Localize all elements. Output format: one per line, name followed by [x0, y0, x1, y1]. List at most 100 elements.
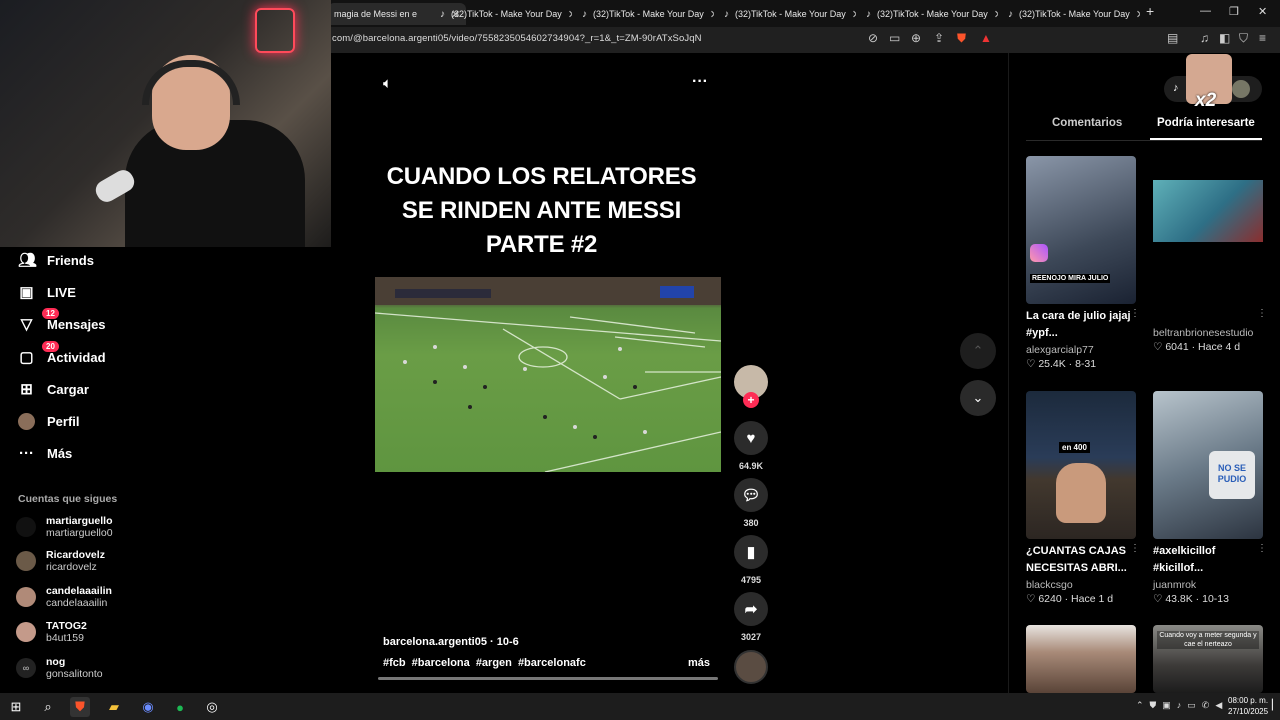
share-icon[interactable]: ⇪ [934, 31, 944, 45]
browser-tab[interactable]: ♪ (32)TikTok - Make Your Day ✕ [1002, 3, 1140, 25]
card-more-icon[interactable]: ⋮ [1130, 308, 1140, 319]
close-icon[interactable]: ✕ [994, 8, 998, 21]
close-icon[interactable]: ✕ [852, 8, 856, 21]
close-icon[interactable]: ✕ [568, 8, 572, 21]
following-item[interactable]: Ricardovelz ricardovelz [16, 549, 105, 573]
tab-recommended[interactable]: Podría interesarte [1157, 117, 1255, 129]
tab-comments[interactable]: Comentarios [1052, 117, 1122, 129]
following-item[interactable]: martiarguello martiarguello0 [16, 515, 113, 539]
card-title: ¿CUANTAS CAJAS NECESITAS ABRI... [1026, 545, 1127, 574]
notification-icon[interactable]: ▏ [1272, 700, 1280, 711]
browser-tab[interactable]: ♪ (32)TikTok - Make Your Day ✕ [718, 3, 856, 25]
save-count: 4795 [740, 575, 762, 585]
browser-tab[interactable]: ♪ (32)TikTok - Make Your Day ✕ [434, 3, 572, 25]
close-icon[interactable]: ✕ [1136, 8, 1140, 21]
music-icon[interactable]: ♫ [1200, 31, 1209, 45]
screen-icon[interactable]: ▭ [889, 31, 900, 45]
zoom-icon[interactable]: ⊕ [911, 31, 921, 45]
video-hashtags[interactable]: #fcb #barcelona #argen #barcelonafc [383, 657, 586, 669]
clock[interactable]: 08:00 p. m. 27/10/2025 [1228, 695, 1268, 717]
window-close-button[interactable]: ✕ [1258, 5, 1267, 18]
card-stats: ♡ 6041 · Hace 4 d [1153, 341, 1241, 353]
recommended-video-card[interactable]: beltranbrionesestudio ♡ 6041 · Hace 4 d … [1153, 156, 1267, 353]
following-handle: b4ut159 [46, 632, 84, 644]
next-video-button[interactable]: ⌄ [960, 380, 996, 416]
more-options-icon[interactable]: ··· [692, 73, 708, 91]
tv-frame [1153, 180, 1263, 242]
card-stats: ♡ 6240 · Hace 1 d [1026, 593, 1114, 605]
sidebar-toggle-icon[interactable]: ◧ [1219, 31, 1230, 45]
heart-icon: ♥ [734, 421, 768, 455]
sidebar-item-profile[interactable]: Perfil [18, 413, 80, 430]
menu-icon[interactable]: ≡ [1259, 31, 1266, 45]
comment-icon: 💬︎ [734, 478, 768, 512]
video-thumbnail: REENOJO MIRA JULIO [1026, 156, 1136, 304]
windows-taskbar [0, 693, 1280, 720]
spotify-icon[interactable]: ● [170, 697, 190, 717]
comment-button[interactable]: 💬︎ 380 [733, 478, 769, 528]
minimize-button[interactable]: — [1200, 5, 1211, 17]
tiktok-icon: ♪ [1008, 8, 1013, 20]
following-name: nog [46, 656, 66, 668]
card-title: La cara de julio jajaj #ypf... [1026, 310, 1131, 339]
sidebar-item-activity[interactable]: ▢ 20 Actividad [18, 341, 106, 366]
following-item[interactable]: candelaaailin candelaaailin [16, 585, 112, 609]
search-icon[interactable]: ⌕ [38, 697, 58, 717]
video-progress-bar[interactable] [378, 677, 718, 680]
browser-tab[interactable]: ♪ (32)TikTok - Make Your Day ✕ [576, 3, 714, 25]
browser-tab[interactable]: ♪ (32)TikTok - Make Your Day ✕ [860, 3, 998, 25]
brave-icon[interactable]: ⛊ [70, 697, 90, 717]
recommended-video-card[interactable]: Cuando voy a meter segunda y cae el nert… [1153, 625, 1263, 693]
card-more-icon[interactable]: ⋮ [1257, 308, 1267, 319]
recommended-video-card[interactable]: en 400 ¿CUANTAS CAJAS NECESITAS ABRI... … [1026, 391, 1140, 605]
avatar[interactable] [1232, 80, 1250, 98]
share-count: 3027 [740, 632, 762, 642]
instagram-icon [1030, 244, 1048, 262]
recommended-video-card[interactable] [1026, 625, 1136, 693]
more-description-button[interactable]: más [688, 657, 710, 669]
avatar [16, 622, 36, 642]
card-stats: ♡ 25.4K · 8-31 [1026, 358, 1097, 370]
sidebar-item-messages[interactable]: ▽ 12 Mensajes [18, 308, 106, 333]
start-icon[interactable]: ⊞ [6, 697, 26, 717]
like-button[interactable]: ♥ 64.9K [733, 421, 769, 471]
tab-title: (32)TikTok - Make Your Day [593, 9, 704, 19]
sound-disc[interactable] [733, 650, 769, 690]
media-icon[interactable]: ⊘ [868, 31, 878, 45]
url-text[interactable]: com/@barcelona.argenti05/video/755823505… [332, 33, 702, 44]
share-button[interactable]: ➦ 3027 [733, 592, 769, 642]
brave-shield-icon[interactable]: ⛊ [957, 31, 966, 46]
obs-icon[interactable]: ◎ [202, 697, 222, 717]
previous-video-button[interactable]: ⌃ [960, 333, 996, 369]
sidebar-item-more[interactable]: ··· Más [18, 445, 72, 462]
system-tray-icons[interactable]: ⌃⛊▣♪▭✆◀ [1136, 700, 1228, 711]
bookmark-icon: ▮ [734, 535, 768, 569]
sidebar-item-friends[interactable]: 👥︎ Friends [18, 252, 94, 269]
folder-icon[interactable]: ▰ [104, 697, 124, 717]
following-name: candelaaailin [46, 585, 112, 597]
video-author[interactable]: barcelona.argenti05 · 10-6 [383, 636, 519, 648]
discord-icon[interactable]: ◉ [138, 697, 158, 717]
following-item[interactable]: ∞ nog gonsalitonto [16, 656, 103, 680]
volume-icon[interactable]: 🔈︎ [383, 75, 392, 92]
new-tab-button[interactable]: + [1146, 3, 1154, 19]
close-icon[interactable]: ✕ [710, 8, 714, 21]
rewards-icon[interactable]: ▲ [980, 31, 992, 45]
card-more-icon[interactable]: ⋮ [1257, 543, 1267, 554]
follow-plus-icon[interactable]: + [743, 392, 759, 408]
following-item[interactable]: TATOG2 b4ut159 [16, 620, 87, 644]
save-button[interactable]: ▮ 4795 [733, 535, 769, 585]
reader-icon[interactable]: ▤ [1167, 31, 1178, 45]
tiktok-icon[interactable]: ♪ [1173, 82, 1179, 94]
recommended-video-card[interactable]: REENOJO MIRA JULIO La cara de julio jaja… [1026, 156, 1140, 370]
wallet-icon[interactable]: ⛉ [1239, 31, 1248, 46]
sidebar-item-live[interactable]: ▣ LIVE [18, 284, 76, 301]
share-arrow-icon: ➦ [734, 592, 768, 626]
comment-count: 380 [743, 518, 759, 528]
recommended-video-card[interactable]: NO SE PUDIO #axelkicillof #kicillof... j… [1153, 391, 1267, 605]
card-more-icon[interactable]: ⋮ [1130, 543, 1140, 554]
restore-button[interactable]: ❐ [1229, 5, 1239, 18]
sidebar-item-upload[interactable]: ⊞ Cargar [18, 381, 89, 398]
creator-avatar[interactable]: + [733, 365, 769, 408]
tab-title: (32)TikTok - Make Your Day [451, 9, 562, 19]
